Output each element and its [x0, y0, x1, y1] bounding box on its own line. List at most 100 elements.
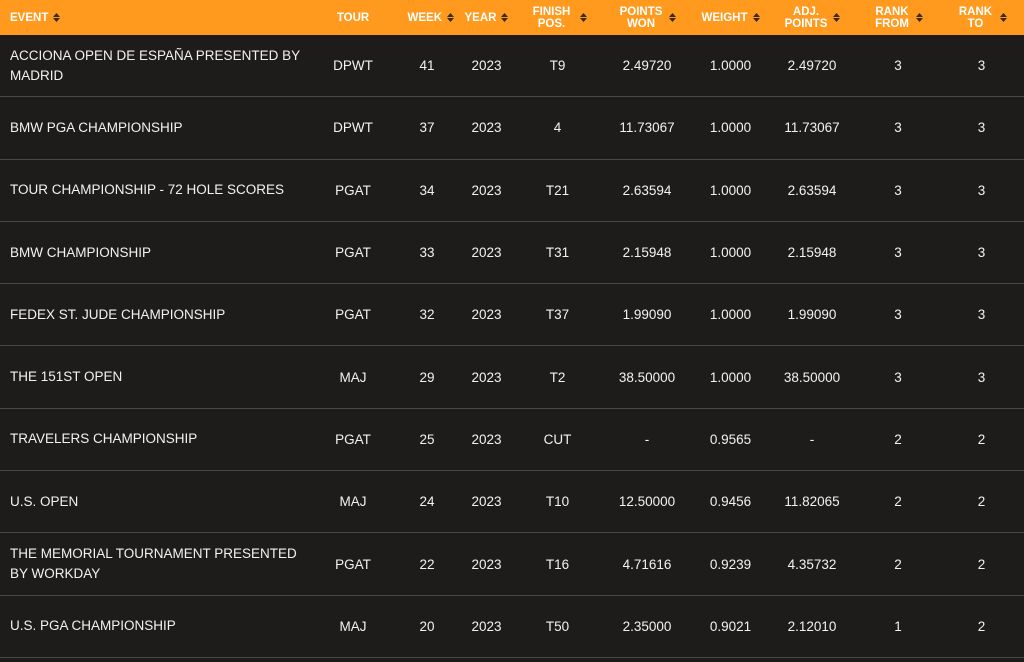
rank-from-cell: 2 [894, 556, 902, 572]
column-header-label: ADJ. POINTS [784, 5, 828, 30]
event-cell: THE MEMORIAL TOURNAMENT PRESENTED BY WOR… [10, 546, 297, 582]
rank-to-cell: 3 [977, 307, 986, 323]
points-won-cell: 12.50000 [618, 494, 676, 510]
sort-arrows-icon[interactable] [53, 13, 61, 22]
year-cell: 2023 [471, 556, 502, 572]
rank-from-cell: 3 [894, 120, 902, 136]
week-cell: 20 [419, 618, 435, 634]
table-row: BMW PGA CHAMPIONSHIP DPWT 37 2023 4 11.7… [0, 97, 1024, 160]
column-header-adj-points[interactable]: ADJ. POINTS [767, 6, 857, 30]
year-cell: 2023 [471, 245, 502, 261]
column-header-event[interactable]: EVENT [0, 12, 310, 24]
year-cell: 2023 [471, 618, 502, 634]
column-header-rank-from[interactable]: RANK FROM [857, 6, 939, 30]
column-header-finish-pos[interactable]: FINISH POS. [515, 6, 600, 30]
sort-arrows-icon[interactable] [447, 13, 454, 22]
year-cell: 2023 [471, 58, 502, 74]
tour-cell: PGAT [335, 182, 371, 198]
tour-cell: PGAT [335, 245, 371, 261]
year-cell: 2023 [471, 494, 502, 510]
event-results-table: EVENT TOUR WEEK YEAR FINISH POS. POINTS … [0, 0, 1024, 658]
finish-pos-cell: 4 [553, 120, 562, 136]
rank-from-cell: 1 [894, 618, 902, 634]
sort-arrows-icon[interactable] [833, 13, 840, 22]
week-cell: 33 [419, 245, 435, 261]
rank-from-cell: 2 [894, 494, 902, 510]
adj-points-cell: 2.63594 [787, 182, 837, 198]
year-cell: 2023 [471, 182, 502, 198]
weight-cell: 0.9456 [709, 494, 752, 510]
year-cell: 2023 [471, 369, 502, 385]
tour-cell: MAJ [339, 369, 367, 385]
tour-cell: PGAT [335, 556, 371, 572]
event-cell: THE 151ST OPEN [10, 369, 123, 385]
sort-arrows-icon[interactable] [999, 13, 1007, 22]
points-won-cell: 4.71616 [622, 556, 672, 572]
column-header-rank-to[interactable]: RANK TO [939, 6, 1024, 30]
table-row: BMW CHAMPIONSHIP PGAT 33 2023 T31 2.1594… [0, 222, 1024, 285]
column-header-tour: TOUR [310, 12, 396, 24]
adj-points-cell: 4.35732 [787, 556, 837, 572]
sort-arrows-icon[interactable] [916, 13, 923, 22]
adj-points-cell: 2.12010 [787, 618, 837, 634]
table-row: U.S. PGA CHAMPIONSHIP MAJ 20 2023 T50 2.… [0, 596, 1024, 658]
year-cell: 2023 [471, 307, 502, 323]
rank-from-cell: 3 [894, 245, 902, 261]
column-header-points-won[interactable]: POINTS WON [600, 6, 694, 30]
rank-to-cell: 2 [977, 431, 986, 447]
finish-pos-cell: T37 [545, 307, 570, 323]
column-header-label: YEAR [464, 11, 497, 24]
rank-to-cell: 2 [977, 556, 986, 572]
table-row: ACCIONA OPEN DE ESPAÑA PRESENTED BY MADR… [0, 35, 1024, 98]
year-cell: 2023 [471, 120, 502, 136]
tour-cell: MAJ [339, 494, 367, 510]
column-header-week[interactable]: WEEK [396, 12, 458, 24]
sort-arrows-icon[interactable] [669, 13, 676, 22]
column-header-year[interactable]: YEAR [458, 12, 515, 24]
table-body: ACCIONA OPEN DE ESPAÑA PRESENTED BY MADR… [0, 35, 1024, 658]
weight-cell: 1.0000 [709, 182, 752, 198]
table-row: FEDEX ST. JUDE CHAMPIONSHIP PGAT 32 2023… [0, 284, 1024, 347]
week-cell: 32 [419, 307, 435, 323]
table-row: TRAVELERS CHAMPIONSHIP PGAT 25 2023 CUT … [0, 409, 1024, 472]
finish-pos-cell: CUT [543, 431, 572, 447]
rank-from-cell: 3 [894, 58, 902, 74]
column-header-label: EVENT [10, 11, 49, 24]
rank-to-cell: 3 [977, 58, 986, 74]
weight-cell: 1.0000 [709, 58, 752, 74]
week-cell: 25 [419, 431, 435, 447]
column-header-label: POINTS WON [619, 5, 663, 30]
weight-cell: 1.0000 [709, 245, 752, 261]
points-won-cell: 11.73067 [619, 120, 675, 136]
column-header-label: WEIGHT [701, 11, 748, 24]
points-won-cell: 2.15948 [622, 245, 672, 261]
week-cell: 37 [419, 120, 435, 136]
weight-cell: 1.0000 [709, 369, 752, 385]
weight-cell: 1.0000 [709, 307, 752, 323]
week-cell: 22 [419, 556, 435, 572]
event-cell: U.S. PGA CHAMPIONSHIP [10, 618, 176, 634]
rank-from-cell: 3 [894, 182, 902, 198]
week-cell: 29 [419, 369, 435, 385]
table-row: TOUR CHAMPIONSHIP - 72 HOLE SCORES PGAT … [0, 160, 1024, 222]
points-won-cell: 2.63594 [622, 182, 672, 198]
column-header-label: TOUR [336, 11, 370, 24]
finish-pos-cell: T2 [549, 369, 566, 385]
column-header-label: WEEK [407, 11, 443, 24]
finish-pos-cell: T10 [545, 494, 570, 510]
rank-to-cell: 3 [977, 120, 986, 136]
adj-points-cell: 2.49720 [787, 58, 837, 74]
finish-pos-cell: T9 [549, 58, 566, 74]
finish-pos-cell: T21 [545, 182, 570, 198]
event-cell: ACCIONA OPEN DE ESPAÑA PRESENTED BY MADR… [10, 47, 300, 83]
weight-cell: 0.9239 [709, 556, 752, 572]
points-won-cell: 1.99090 [622, 307, 672, 323]
points-won-cell: - [644, 431, 650, 447]
tour-cell: DPWT [333, 58, 373, 74]
rank-from-cell: 3 [894, 369, 902, 385]
sort-arrows-icon[interactable] [752, 13, 760, 22]
sort-arrows-icon[interactable] [579, 13, 587, 22]
adj-points-cell: 1.99090 [787, 307, 837, 323]
column-header-weight[interactable]: WEIGHT [694, 12, 767, 24]
sort-arrows-icon[interactable] [501, 13, 509, 22]
